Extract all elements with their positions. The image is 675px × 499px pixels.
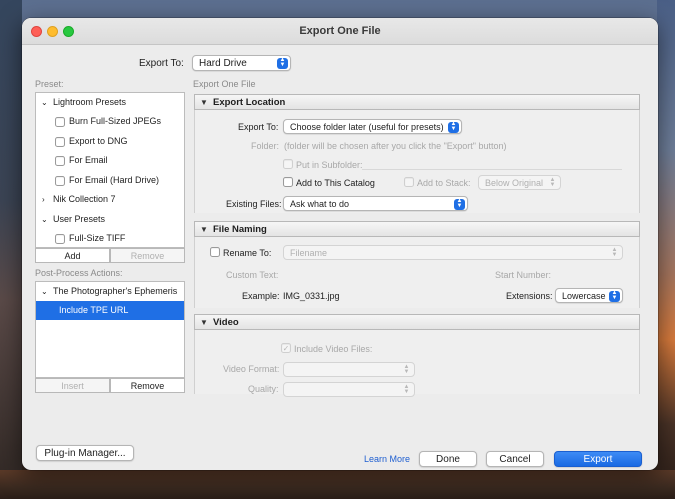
add-to-catalog-checkbox[interactable]: [283, 177, 293, 187]
popup-arrows-icon: ▲ ▼: [454, 198, 465, 210]
desktop-background-left: [0, 0, 22, 499]
post-process-list[interactable]: ⌄ The Photographer's Ephemeris Include T…: [35, 281, 185, 378]
preset-group-lightroom[interactable]: ⌄ Lightroom Presets: [36, 93, 184, 112]
section-file-naming[interactable]: ▼ File Naming: [194, 221, 640, 237]
folder-note: (folder will be chosen after you click t…: [284, 141, 507, 151]
rename-label: Rename To:: [223, 248, 272, 258]
quality-popup[interactable]: ▲ ▼: [283, 382, 415, 397]
popup-arrows-icon: ▲ ▼: [403, 364, 410, 375]
add-to-catalog-label: Add to This Catalog: [296, 178, 375, 188]
preset-item[interactable]: For Email: [36, 151, 184, 170]
main-heading: Export One File: [193, 79, 256, 89]
preset-checkbox[interactable]: [55, 156, 65, 166]
chevron-down-icon: ⌄: [41, 98, 48, 107]
subfolder-field[interactable]: [362, 169, 622, 170]
video-format-label: Video Format:: [223, 364, 280, 374]
preset-group-user[interactable]: ⌄ User Presets: [36, 210, 184, 229]
post-process-group[interactable]: ⌄ The Photographer's Ephemeris: [36, 282, 184, 301]
folder-label: Folder:: [251, 141, 280, 151]
rename-checkbox[interactable]: [210, 247, 220, 257]
title-bar: Export One File: [22, 18, 658, 45]
preset-checkbox[interactable]: [55, 117, 65, 127]
remove-action-button[interactable]: Remove: [110, 378, 185, 393]
export-to-value: Hard Drive: [199, 58, 247, 69]
stack-position-popup[interactable]: Below Original ▲ ▼: [478, 175, 561, 190]
location-export-to-popup[interactable]: Choose folder later (useful for presets)…: [283, 119, 462, 134]
window-title: Export One File: [299, 25, 381, 37]
popup-arrows-icon: ▲ ▼: [277, 57, 288, 69]
post-process-item-selected[interactable]: Include TPE URL: [36, 301, 184, 320]
preset-checkbox[interactable]: [55, 136, 65, 147]
preset-item[interactable]: Burn Full-Sized JPEGs: [36, 112, 184, 131]
example-label: Example:: [242, 291, 280, 301]
extensions-popup[interactable]: Lowercase ▲ ▼: [555, 288, 623, 303]
desktop-background-bottom: [0, 470, 675, 499]
add-to-stack-checkbox[interactable]: [404, 177, 414, 187]
remove-preset-button[interactable]: Remove: [110, 248, 185, 263]
section-video[interactable]: ▼ Video: [194, 314, 640, 330]
desktop-background-right: [657, 0, 675, 499]
popup-arrows-icon: ▲ ▼: [549, 177, 556, 188]
example-value: IMG_0331.jpg: [283, 291, 340, 301]
subfolder-checkbox[interactable]: [283, 159, 293, 169]
add-to-stack-label: Add to Stack:: [417, 178, 471, 188]
preset-list[interactable]: ⌄ Lightroom Presets Burn Full-Sized JPEG…: [35, 92, 185, 248]
preset-checkbox[interactable]: [55, 234, 65, 244]
export-button[interactable]: Export: [554, 451, 642, 467]
post-process-heading: Post-Process Actions:: [35, 268, 123, 278]
disclosure-triangle-icon: ▼: [200, 318, 208, 327]
include-video-label: Include Video Files:: [294, 344, 373, 354]
chevron-down-icon: ⌄: [41, 214, 48, 224]
quality-label: Quality:: [248, 384, 279, 394]
location-export-to-label: Export To:: [238, 122, 279, 132]
export-to-popup[interactable]: Hard Drive ▲ ▼: [192, 55, 291, 71]
chevron-down-icon: ⌄: [41, 287, 48, 296]
popup-arrows-icon: ▲ ▼: [448, 121, 459, 133]
preset-item[interactable]: For Email (Hard Drive): [36, 171, 184, 190]
disclosure-triangle-icon: ▼: [200, 98, 208, 107]
done-button[interactable]: Done: [419, 451, 477, 467]
cancel-button[interactable]: Cancel: [486, 451, 544, 467]
preset-item[interactable]: Full-Size TIFF: [36, 229, 184, 248]
preset-group-nik[interactable]: › Nik Collection 7: [36, 190, 184, 209]
video-format-popup[interactable]: ▲ ▼: [283, 362, 415, 377]
learn-more-link[interactable]: Learn More: [364, 454, 410, 464]
preset-heading: Preset:: [35, 79, 64, 89]
existing-files-label: Existing Files:: [226, 199, 282, 209]
export-to-label: Export To:: [139, 58, 184, 69]
export-dialog: Export One File Export To: Hard Drive ▲ ▼…: [22, 18, 658, 470]
popup-arrows-icon: ▲ ▼: [609, 290, 620, 302]
existing-files-popup[interactable]: Ask what to do ▲ ▼: [283, 196, 468, 211]
extensions-label: Extensions:: [506, 291, 553, 301]
plugin-manager-button[interactable]: Plug-in Manager...: [36, 445, 134, 461]
include-video-checkbox[interactable]: ✓: [281, 343, 291, 353]
chevron-right-icon: ›: [42, 195, 45, 204]
start-number-label: Start Number:: [495, 270, 552, 280]
subfolder-label: Put in Subfolder:: [296, 160, 363, 170]
section-export-location[interactable]: ▼ Export Location: [194, 94, 640, 110]
insert-action-button[interactable]: Insert: [35, 378, 110, 393]
popup-arrows-icon: ▲ ▼: [611, 247, 618, 258]
preset-item[interactable]: Export to DNG: [36, 132, 184, 151]
custom-text-label: Custom Text:: [226, 270, 279, 280]
disclosure-triangle-icon: ▼: [200, 225, 208, 234]
popup-arrows-icon: ▲ ▼: [403, 384, 410, 395]
preset-checkbox[interactable]: [55, 175, 65, 186]
add-preset-button[interactable]: Add: [35, 248, 110, 263]
rename-template-popup[interactable]: Filename ▲ ▼: [283, 245, 623, 260]
